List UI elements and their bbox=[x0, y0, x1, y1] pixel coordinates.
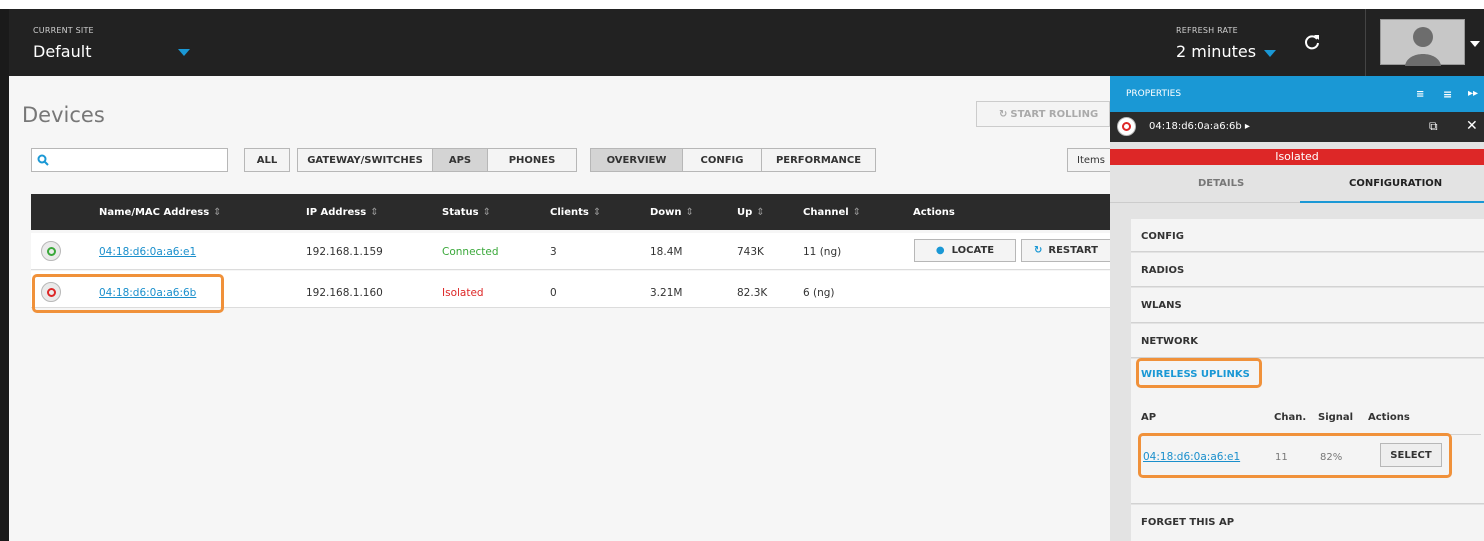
panel-forward-icon[interactable]: ▸▸ bbox=[1468, 88, 1478, 99]
top-border bbox=[0, 0, 1484, 9]
wireless-uplinks-highlight-box bbox=[1136, 358, 1262, 388]
upgrade-icon: ↻ bbox=[999, 108, 1008, 120]
device-clients: 0 bbox=[550, 287, 557, 299]
device-isolated-icon bbox=[1117, 117, 1136, 136]
search-input[interactable] bbox=[31, 148, 228, 172]
uplink-col-actions: Actions bbox=[1368, 412, 1410, 423]
status-banner: Isolated bbox=[1110, 149, 1484, 165]
view-overview-button[interactable]: OVERVIEW bbox=[590, 148, 683, 172]
forget-ap-button[interactable]: FORGET THIS AP bbox=[1131, 505, 1484, 541]
filter-gateway-switches-button[interactable]: GATEWAY/SWITCHES bbox=[297, 148, 433, 172]
location-pin-icon: ● bbox=[935, 245, 945, 256]
uplink-row-highlight-box bbox=[1138, 433, 1452, 478]
view-performance-button[interactable]: PERFORMANCE bbox=[761, 148, 876, 172]
search-icon bbox=[37, 154, 49, 166]
col-clients[interactable]: Clients ⇕ bbox=[550, 207, 601, 218]
top-bar: CURRENT SITE Default REFRESH RATE 2 minu… bbox=[9, 9, 1484, 76]
tab-details[interactable]: DETAILS bbox=[1198, 178, 1244, 189]
device-ip: 192.168.1.160 bbox=[306, 287, 383, 299]
restart-icon: ↻ bbox=[1034, 245, 1043, 256]
refresh-dropdown-icon[interactable] bbox=[1264, 50, 1276, 57]
col-status[interactable]: Status ⇕ bbox=[442, 207, 491, 218]
filter-phones-button[interactable]: PHONES bbox=[487, 148, 577, 172]
table-header: Name/MAC Address ⇕ IP Address ⇕ Status ⇕ Cl… bbox=[31, 194, 1110, 230]
panel-tabs: DETAILS CONFIGURATION bbox=[1110, 165, 1484, 203]
row-highlight-box bbox=[32, 274, 224, 313]
device-up: 82.3K bbox=[737, 287, 768, 299]
refresh-rate-caption: REFRESH RATE bbox=[1176, 26, 1238, 35]
section-wlans[interactable]: WLANS bbox=[1131, 288, 1484, 323]
current-site-value[interactable]: Default bbox=[33, 42, 91, 61]
section-network[interactable]: NETWORK bbox=[1131, 324, 1484, 358]
table-row[interactable]: 04:18:d6:0a:a6:e1 192.168.1.159 Connecte… bbox=[31, 233, 1110, 270]
refresh-rate-value[interactable]: 2 minutes bbox=[1176, 42, 1256, 61]
filter-all-button[interactable]: ALL bbox=[244, 148, 290, 172]
col-channel[interactable]: Channel ⇕ bbox=[803, 207, 861, 218]
properties-title: PROPERTIES bbox=[1126, 89, 1182, 99]
app-window: CURRENT SITE Default REFRESH RATE 2 minu… bbox=[0, 0, 1484, 541]
current-site-caption: CURRENT SITE bbox=[33, 26, 94, 35]
locate-button[interactable]: ● LOCATE bbox=[914, 239, 1016, 262]
left-border bbox=[0, 9, 9, 541]
popout-icon[interactable]: ⧉ bbox=[1429, 119, 1438, 134]
close-icon[interactable]: ✕ bbox=[1466, 118, 1478, 134]
device-status: Isolated bbox=[442, 287, 484, 299]
view-config-button[interactable]: CONFIG bbox=[682, 148, 762, 172]
col-ip[interactable]: IP Address ⇕ bbox=[306, 207, 379, 218]
properties-header: PROPERTIES ≡ ≡ ▸▸ bbox=[1110, 76, 1484, 112]
device-channel: 11 (ng) bbox=[803, 246, 842, 258]
panel-menu-icon[interactable]: ≡ bbox=[1443, 88, 1452, 101]
col-actions: Actions bbox=[913, 207, 955, 218]
refresh-icon[interactable] bbox=[1303, 33, 1321, 51]
device-mac-title[interactable]: 04:18:d6:0a:a6:6b ▸ bbox=[1149, 121, 1250, 132]
status-connected-icon bbox=[41, 241, 61, 261]
filter-aps-button[interactable]: APS bbox=[432, 148, 488, 172]
device-down: 18.4M bbox=[650, 246, 683, 258]
device-up: 743K bbox=[737, 246, 764, 258]
device-clients: 3 bbox=[550, 246, 557, 258]
uplink-col-ap: AP bbox=[1141, 412, 1157, 423]
uplink-col-signal: Signal bbox=[1318, 412, 1354, 423]
panel-collapse-icon[interactable]: ≡ bbox=[1416, 89, 1424, 100]
device-status: Connected bbox=[442, 246, 499, 258]
uplink-col-chan: Chan. bbox=[1274, 412, 1307, 423]
device-title-bar: 04:18:d6:0a:a6:6b ▸ ⧉ ✕ bbox=[1110, 112, 1484, 142]
page-title: Devices bbox=[22, 103, 105, 127]
col-up[interactable]: Up ⇕ bbox=[737, 207, 765, 218]
start-rolling-button[interactable]: ↻ START ROLLING bbox=[976, 101, 1110, 127]
tab-configuration[interactable]: CONFIGURATION bbox=[1349, 178, 1442, 189]
tab-active-indicator bbox=[1300, 201, 1484, 203]
device-channel: 6 (ng) bbox=[803, 287, 835, 299]
avatar[interactable] bbox=[1380, 19, 1465, 66]
device-ip: 192.168.1.159 bbox=[306, 246, 383, 258]
section-radios[interactable]: RADIOS bbox=[1131, 253, 1484, 287]
col-down[interactable]: Down ⇕ bbox=[650, 207, 694, 218]
site-dropdown-icon[interactable] bbox=[178, 49, 190, 56]
section-config[interactable]: CONFIG bbox=[1131, 219, 1484, 252]
device-down: 3.21M bbox=[650, 287, 683, 299]
restart-button[interactable]: ↻ RESTART bbox=[1021, 239, 1110, 262]
user-menu-chevron-down-icon[interactable] bbox=[1470, 41, 1480, 47]
items-per-page-select[interactable]: Items bbox=[1067, 148, 1110, 172]
device-mac-link[interactable]: 04:18:d6:0a:a6:e1 bbox=[99, 246, 196, 258]
col-name[interactable]: Name/MAC Address ⇕ bbox=[99, 207, 222, 218]
